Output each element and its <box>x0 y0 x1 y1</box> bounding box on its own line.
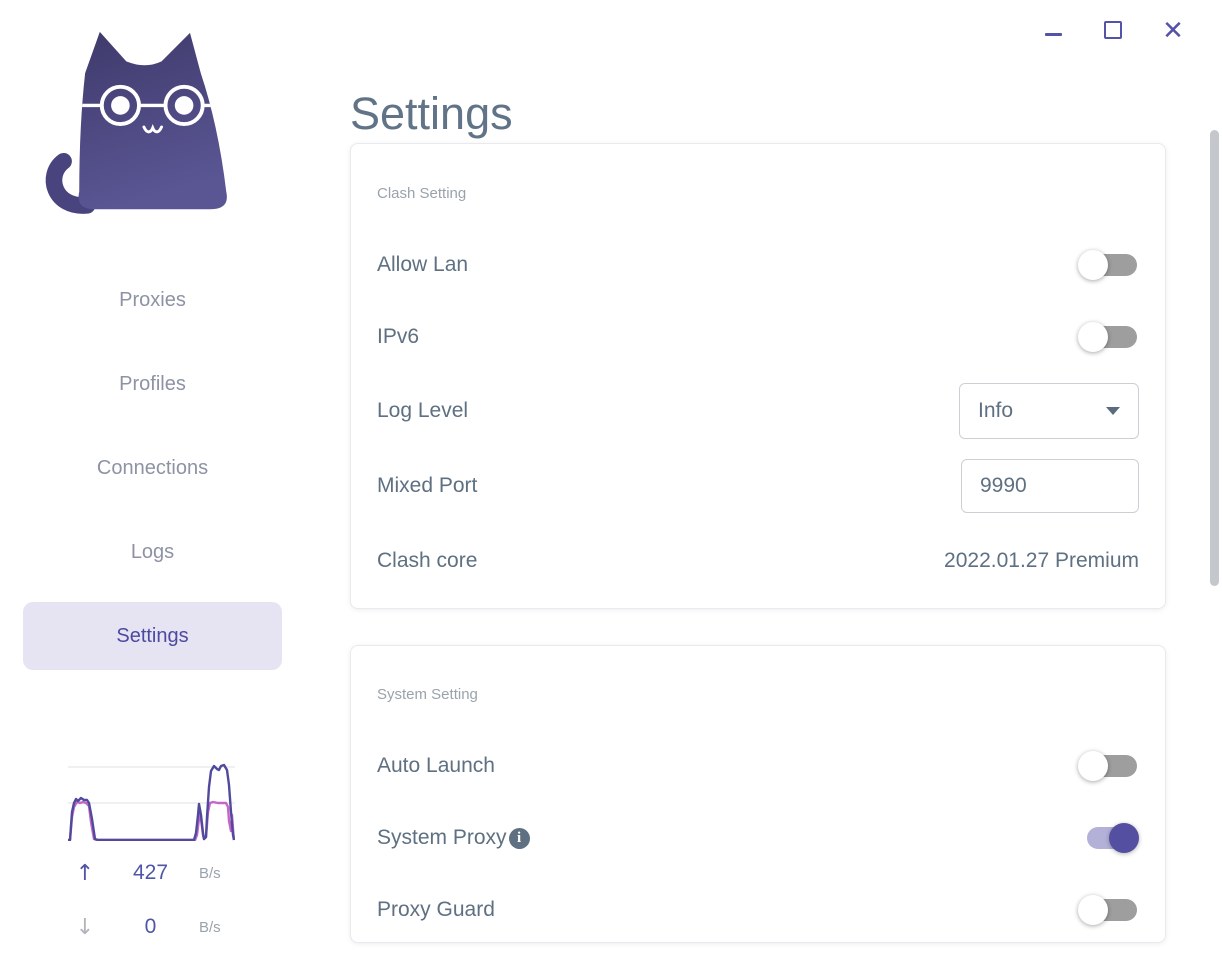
system-proxy-row: System Proxy i <box>377 818 1139 858</box>
proxy-guard-label: Proxy Guard <box>377 898 495 921</box>
scrollbar-thumb[interactable] <box>1210 130 1219 586</box>
download-arrow-icon: ↓ <box>75 914 95 940</box>
proxy-guard-toggle[interactable] <box>1078 895 1137 925</box>
system-proxy-label: System Proxy i <box>377 826 530 850</box>
allow-lan-label: Allow Lan <box>377 253 469 276</box>
download-rate-row: ↓ 0 B/s <box>68 914 235 940</box>
window-controls: ✕ <box>1036 12 1196 48</box>
clash-setting-card: Clash Setting Allow Lan IPv6 Log Level I… <box>350 143 1166 609</box>
maximize-icon <box>1104 21 1122 39</box>
clash-core-label: Clash core <box>377 549 478 572</box>
traffic-sparkline-chart <box>68 763 235 841</box>
system-proxy-label-text: System Proxy <box>377 826 507 849</box>
minimize-button[interactable] <box>1036 12 1070 48</box>
upload-rate-row: ↑ 427 B/s <box>68 860 235 886</box>
sidebar-item-profiles[interactable]: Profiles <box>23 350 282 418</box>
system-setting-card: System Setting Auto Launch System Proxy … <box>350 645 1166 943</box>
close-button[interactable]: ✕ <box>1156 12 1190 48</box>
allow-lan-toggle[interactable] <box>1078 250 1137 280</box>
clash-setting-section-label: Clash Setting <box>377 185 467 202</box>
auto-launch-label: Auto Launch <box>377 754 495 777</box>
log-level-label: Log Level <box>377 399 469 422</box>
log-level-select[interactable]: Info <box>959 383 1139 439</box>
sidebar-item-logs[interactable]: Logs <box>23 518 282 586</box>
info-icon[interactable]: i <box>508 827 530 849</box>
sidebar-item-connections[interactable]: Connections <box>23 434 282 502</box>
allow-lan-row: Allow Lan <box>377 245 1139 285</box>
ipv6-toggle[interactable] <box>1078 322 1137 352</box>
system-setting-section-label: System Setting <box>377 686 478 703</box>
toggle-knob <box>1078 751 1108 781</box>
mixed-port-row: Mixed Port <box>377 457 1139 515</box>
upload-arrow-icon: ↑ <box>75 860 95 886</box>
upload-rate-value: 427 <box>132 861 169 884</box>
clash-cat-logo <box>45 31 227 214</box>
ipv6-label: IPv6 <box>377 325 420 348</box>
toggle-knob <box>1078 322 1108 352</box>
sidebar-item-settings[interactable]: Settings <box>23 602 282 670</box>
traffic-panel: ↑ 427 B/s ↓ 0 B/s <box>68 757 235 940</box>
mixed-port-input[interactable] <box>961 459 1139 513</box>
auto-launch-row: Auto Launch <box>377 746 1139 786</box>
minimize-icon <box>1044 32 1062 36</box>
close-icon: ✕ <box>1162 15 1184 45</box>
system-proxy-toggle[interactable] <box>1087 823 1139 853</box>
download-rate-unit: B/s <box>199 918 221 936</box>
auto-launch-toggle[interactable] <box>1078 751 1137 781</box>
maximize-button[interactable] <box>1096 12 1130 48</box>
mixed-port-label: Mixed Port <box>377 474 478 497</box>
ipv6-row: IPv6 <box>377 317 1139 357</box>
cat-body <box>78 31 227 210</box>
toggle-knob <box>1109 823 1139 853</box>
toggle-knob <box>1078 250 1108 280</box>
upload-rate-unit: B/s <box>199 864 221 882</box>
log-level-value: Info <box>978 399 1014 422</box>
proxy-guard-row: Proxy Guard <box>377 890 1139 930</box>
sidebar-nav: Proxies Profiles Connections Logs Settin… <box>23 266 282 686</box>
sidebar-item-proxies[interactable]: Proxies <box>23 266 282 334</box>
chevron-down-icon <box>1106 407 1120 415</box>
page-title: Settings <box>350 88 513 140</box>
toggle-knob <box>1078 895 1108 925</box>
clash-core-version: 2022.01.27 Premium <box>944 549 1139 572</box>
clash-core-row: Clash core 2022.01.27 Premium <box>377 541 1139 581</box>
download-rate-value: 0 <box>144 915 157 938</box>
log-level-row: Log Level Info <box>377 382 1139 440</box>
